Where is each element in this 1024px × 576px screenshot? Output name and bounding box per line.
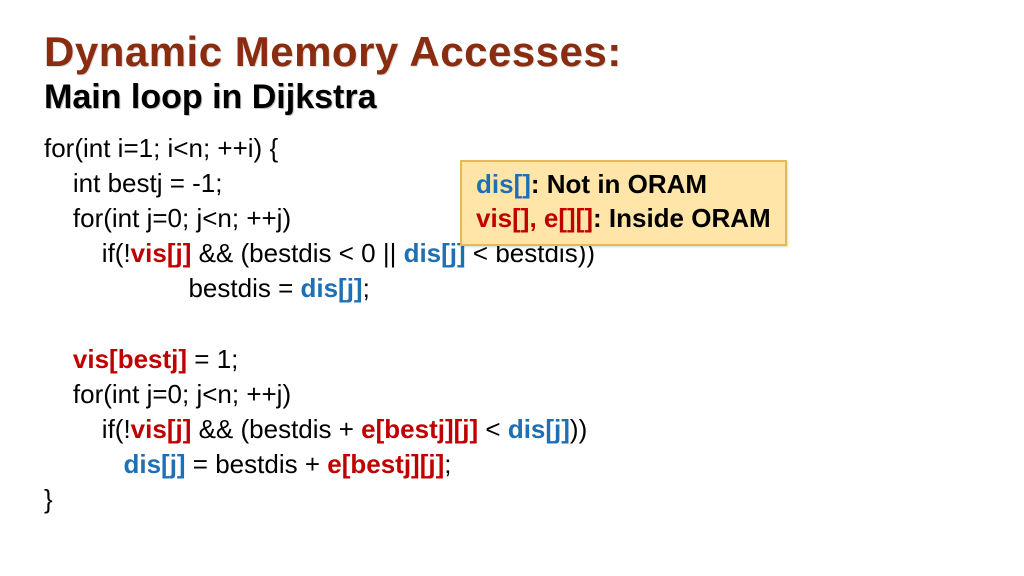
code-text: < <box>478 414 508 444</box>
code-e: e[bestj][j] <box>361 414 478 444</box>
legend-vis-e: vis[], e[][] <box>476 203 593 233</box>
legend-box: dis[]: Not in ORAM vis[], e[][]: Inside … <box>460 160 787 246</box>
code-line: } <box>44 484 53 514</box>
code-text: && (bestdis < 0 || <box>191 238 403 268</box>
code-text <box>44 344 73 374</box>
code-text: ; <box>444 449 451 479</box>
legend-dis-desc: : Not in ORAM <box>531 169 707 199</box>
code-text: && (bestdis + <box>191 414 361 444</box>
code-dis: dis[j] <box>404 238 466 268</box>
code-text: if(! <box>44 238 131 268</box>
code-text: = bestdis + <box>186 449 328 479</box>
code-text: )) <box>570 414 587 444</box>
code-vis: vis[bestj] <box>73 344 187 374</box>
code-dis: dis[j] <box>508 414 570 444</box>
code-text <box>44 449 123 479</box>
code-vis: vis[j] <box>131 238 192 268</box>
code-text: = 1; <box>187 344 238 374</box>
legend-line-2: vis[], e[][]: Inside ORAM <box>476 202 771 236</box>
legend-vis-e-desc: : Inside ORAM <box>593 203 771 233</box>
code-line: for(int j=0; j<n; ++j) <box>44 379 291 409</box>
code-text: ; <box>363 273 370 303</box>
legend-line-1: dis[]: Not in ORAM <box>476 168 771 202</box>
code-dis: dis[j] <box>300 273 362 303</box>
code-line: for(int i=1; i<n; ++i) { <box>44 133 278 163</box>
slide-subtitle: Main loop in Dijkstra <box>44 78 980 117</box>
code-text: bestdis = <box>44 273 300 303</box>
slide: Dynamic Memory Accesses: Main loop in Di… <box>0 0 1024 576</box>
code-line: int bestj = -1; <box>44 168 222 198</box>
code-dis: dis[j] <box>123 449 185 479</box>
code-line: for(int j=0; j<n; ++j) <box>44 203 291 233</box>
code-text: if(! <box>44 414 131 444</box>
legend-dis: dis[] <box>476 169 531 199</box>
code-vis: vis[j] <box>131 414 192 444</box>
code-e: e[bestj][j] <box>327 449 444 479</box>
slide-title: Dynamic Memory Accesses: <box>44 28 980 76</box>
